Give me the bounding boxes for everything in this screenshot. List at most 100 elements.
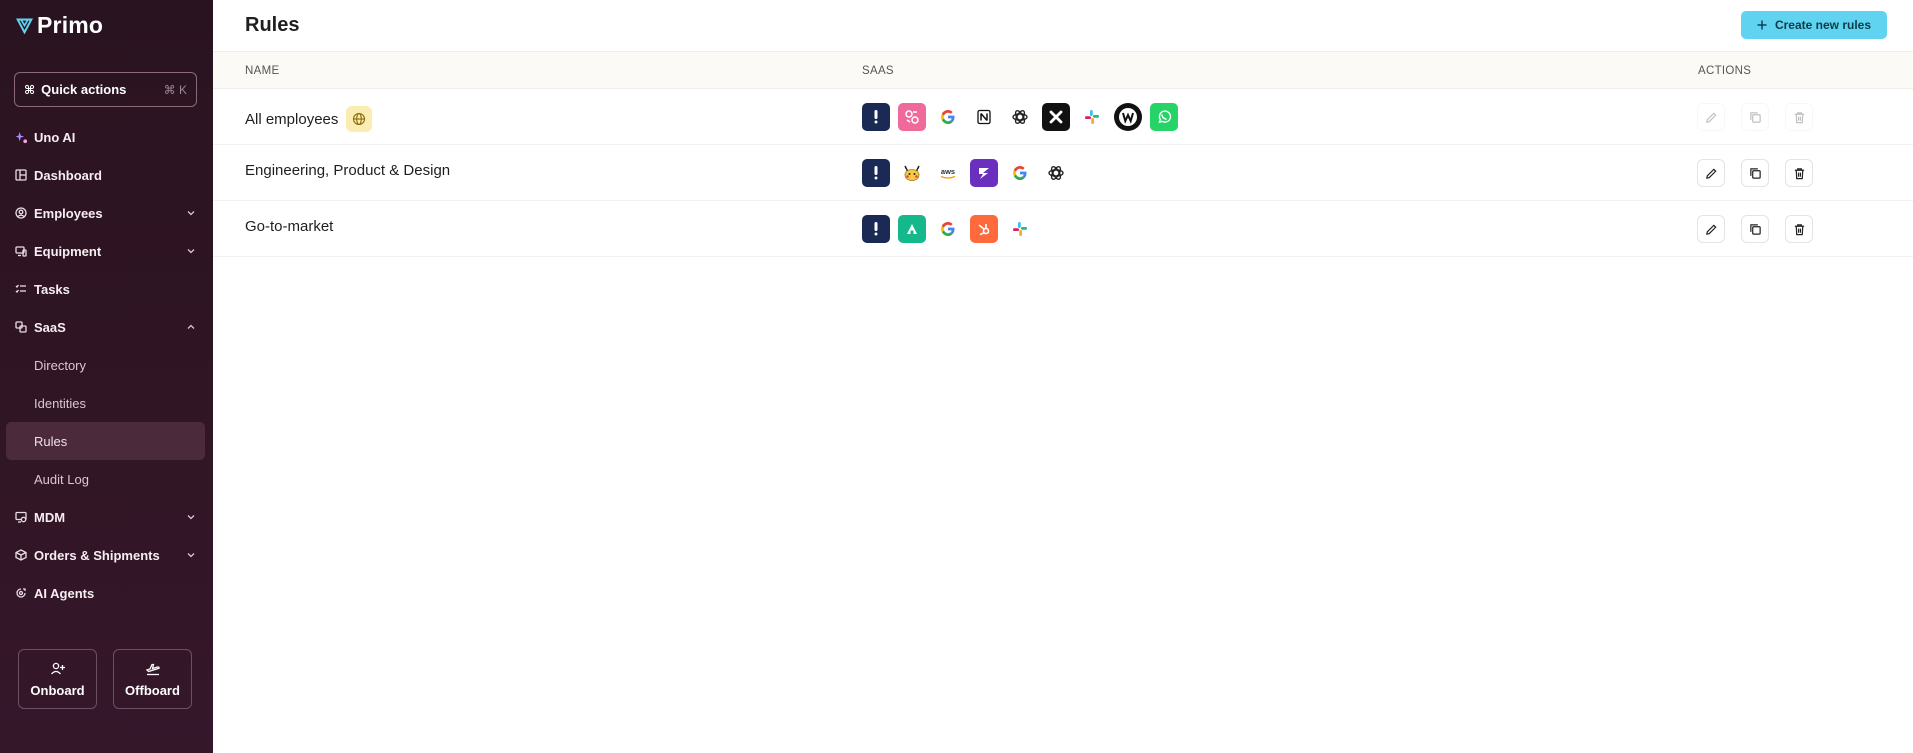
- column-header-saas[interactable]: SAAS: [862, 65, 894, 77]
- sidebar-item-audit-log[interactable]: Audit Log: [6, 460, 205, 498]
- row-actions: [1697, 103, 1813, 131]
- jira-purple-app-icon: [970, 159, 998, 187]
- row-actions: [1697, 159, 1813, 187]
- sidebar-item-ai-agents[interactable]: AI Agents: [6, 574, 205, 612]
- primo-logo[interactable]: Primo: [16, 12, 103, 39]
- package-icon: [14, 548, 28, 562]
- notion-app-icon: [970, 103, 998, 131]
- copy-icon: [1749, 223, 1761, 235]
- slack-app-icon: [1006, 215, 1034, 243]
- saas-icon: [14, 320, 28, 334]
- google-app-icon: [1006, 159, 1034, 187]
- logo-text: Primo: [37, 12, 104, 38]
- chevron-up-icon[interactable]: [186, 322, 196, 332]
- chevron-down-icon[interactable]: [186, 550, 196, 560]
- w-app-icon: [1114, 103, 1142, 131]
- duplicate-button[interactable]: [1741, 159, 1769, 187]
- sidebar-item-tasks[interactable]: Tasks: [6, 270, 205, 308]
- chevron-down-icon[interactable]: [186, 512, 196, 522]
- hubspot-app-icon: [970, 215, 998, 243]
- sidebar-item-employees[interactable]: Employees: [6, 194, 205, 232]
- 1password-app-icon: [862, 215, 890, 243]
- whatsapp-app-icon: [1150, 103, 1178, 131]
- copy-icon: [1749, 111, 1761, 123]
- sidebar-item-saas[interactable]: SaaS: [6, 308, 205, 346]
- table-row[interactable]: All employees: [213, 89, 1913, 145]
- table-row[interactable]: Go-to-market: [213, 201, 1913, 257]
- delete-button[interactable]: [1785, 159, 1813, 187]
- sidebar-item-orders-shipments[interactable]: Orders & Shipments: [6, 536, 205, 574]
- chevron-down-icon[interactable]: [186, 208, 196, 218]
- trash-icon: [1794, 167, 1804, 179]
- green-a-app-icon: [898, 215, 926, 243]
- quick-actions-label: Quick actions: [41, 82, 127, 97]
- primo-logo-icon: [16, 18, 33, 34]
- svg-text:aws: aws: [941, 167, 955, 176]
- sidebar: Primo ⌘ Quick actions ⌘ K Uno AI Dashboa…: [0, 0, 213, 753]
- x-app-icon: [1042, 103, 1070, 131]
- sidebar-nav: Uno AI Dashboard Employees Equipment Tas…: [6, 118, 205, 612]
- sidebar-item-identities[interactable]: Identities: [6, 384, 205, 422]
- google-app-icon: [934, 215, 962, 243]
- agent-icon: [14, 586, 28, 600]
- edit-button[interactable]: [1697, 159, 1725, 187]
- sidebar-item-directory[interactable]: Directory: [6, 346, 205, 384]
- column-header-name[interactable]: NAME: [245, 65, 279, 77]
- sidebar-item-rules[interactable]: Rules: [6, 422, 205, 460]
- sidebar-item-label: Tasks: [34, 281, 70, 297]
- pencil-icon: [1705, 223, 1717, 235]
- table-header: NAME SAAS ACTIONS: [213, 51, 1913, 89]
- saas-app-list: [862, 103, 1178, 131]
- sidebar-item-label: Employees: [34, 205, 103, 221]
- create-new-rules-button[interactable]: Create new rules: [1741, 11, 1887, 39]
- onboard-button[interactable]: Onboard: [18, 649, 97, 709]
- offboard-button[interactable]: Offboard: [113, 649, 192, 709]
- aws-app-icon: aws: [934, 159, 962, 187]
- table-row[interactable]: Engineering, Product & Design aws: [213, 145, 1913, 201]
- sidebar-bottom-actions: Onboard Offboard: [18, 649, 192, 709]
- delete-button[interactable]: [1785, 215, 1813, 243]
- pencil-icon: [1705, 167, 1717, 179]
- copy-icon: [1749, 167, 1761, 179]
- sidebar-item-equipment[interactable]: Equipment: [6, 232, 205, 270]
- dashboard-icon: [14, 168, 28, 182]
- sidebar-item-uno-ai[interactable]: Uno AI: [6, 118, 205, 156]
- 1password-app-icon: [862, 103, 890, 131]
- duplicate-button[interactable]: [1741, 103, 1769, 131]
- sidebar-item-dashboard[interactable]: Dashboard: [6, 156, 205, 194]
- trash-icon: [1794, 223, 1804, 235]
- main-content: Rules Create new rules NAME SAAS ACTIONS…: [213, 0, 1913, 753]
- row-actions: [1697, 215, 1813, 243]
- plane-departure-icon: [145, 663, 160, 675]
- devices-icon: [14, 244, 28, 258]
- sidebar-item-label: AI Agents: [34, 585, 95, 601]
- delete-button[interactable]: [1785, 103, 1813, 131]
- edit-button[interactable]: [1697, 215, 1725, 243]
- rule-name-cell: Engineering, Product & Design: [245, 162, 450, 179]
- rule-name[interactable]: All employees: [245, 111, 338, 128]
- user-circle-icon: [14, 206, 28, 220]
- sidebar-item-label: Dashboard: [34, 167, 102, 183]
- sidebar-item-label: Equipment: [34, 243, 102, 259]
- duplicate-button[interactable]: [1741, 215, 1769, 243]
- sidebar-item-label: Orders & Shipments: [34, 547, 160, 563]
- sidebar-item-label: Uno AI: [34, 129, 76, 145]
- user-plus-icon: [50, 662, 65, 674]
- trash-icon: [1794, 111, 1804, 123]
- google-app-icon: [934, 103, 962, 131]
- sidebar-item-mdm[interactable]: MDM: [6, 498, 205, 536]
- globe-icon: [346, 106, 373, 132]
- openai-app-icon: [1042, 159, 1070, 187]
- rule-name[interactable]: Go-to-market: [245, 218, 333, 235]
- rule-name[interactable]: Engineering, Product & Design: [245, 162, 450, 179]
- pokemon-app-icon: [898, 159, 926, 187]
- quick-actions-button[interactable]: ⌘ Quick actions ⌘ K: [14, 72, 197, 107]
- edit-button[interactable]: [1697, 103, 1725, 131]
- page-title: Rules: [245, 14, 300, 36]
- saas-app-list: aws: [862, 159, 1070, 187]
- rule-name-cell: Go-to-market: [245, 218, 333, 235]
- chevron-down-icon[interactable]: [186, 246, 196, 256]
- sparkle-icon: [14, 130, 28, 144]
- offboard-label: Offboard: [125, 682, 180, 698]
- tasks-icon: [14, 282, 28, 296]
